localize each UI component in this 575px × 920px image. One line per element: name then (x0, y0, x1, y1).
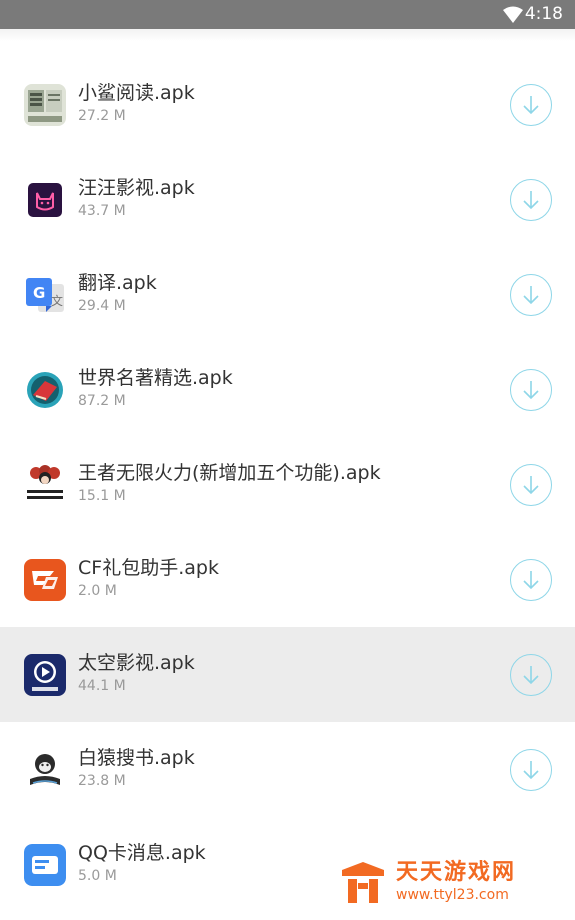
status-time: 4:18 (524, 4, 563, 24)
download-arrow-icon (523, 476, 539, 495)
download-arrow-icon (523, 571, 539, 590)
file-size: 27.2 M (78, 108, 126, 124)
download-button[interactable] (510, 274, 552, 316)
file-name: 世界名著精选.apk (78, 367, 233, 389)
file-name: 翻译.apk (78, 272, 157, 294)
file-list: 小鲨阅读.apk 27.2 M 汪汪影视.apk 43.7 M G 文 翻译.a… (0, 57, 575, 912)
file-size: 87.2 M (78, 393, 126, 409)
file-row[interactable]: G 文 翻译.apk 29.4 M (0, 247, 575, 342)
file-name: 白猿搜书.apk (78, 747, 195, 769)
svg-text:G: G (33, 284, 45, 302)
watermark-url: www.ttyl23.com (396, 887, 509, 903)
download-button[interactable] (510, 464, 552, 506)
download-arrow-icon (523, 96, 539, 115)
file-name: 太空影视.apk (78, 652, 195, 674)
file-name: QQ卡消息.apk (78, 842, 206, 864)
download-arrow-icon (523, 666, 539, 685)
file-name: CF礼包助手.apk (78, 557, 219, 579)
file-row[interactable]: 汪汪影视.apk 43.7 M (0, 152, 575, 247)
status-bar: 4:18 (0, 0, 575, 29)
qq-card-message-icon (24, 844, 66, 886)
wangzhe-meme-icon (24, 464, 66, 506)
file-size: 44.1 M (78, 678, 126, 694)
file-size: 15.1 M (78, 488, 126, 504)
file-row[interactable]: 小鲨阅读.apk 27.2 M (0, 57, 575, 152)
wifi-icon (503, 6, 523, 23)
watermark-title: 天天游戏网 (396, 860, 517, 885)
watermark: 天天游戏网 www.ttyl23.com (338, 860, 538, 908)
download-arrow-icon (523, 381, 539, 400)
wangwang-video-icon (24, 179, 66, 221)
download-button[interactable] (510, 654, 552, 696)
file-name: 小鲨阅读.apk (78, 82, 195, 104)
svg-text:文: 文 (51, 293, 63, 308)
file-row[interactable]: 世界名著精选.apk 87.2 M (0, 342, 575, 437)
white-ape-book-icon (24, 749, 66, 791)
file-size: 23.8 M (78, 773, 126, 789)
file-row[interactable]: 王者无限火力(新增加五个功能).apk 15.1 M (0, 437, 575, 532)
google-translate-icon: G 文 (24, 274, 66, 316)
site-logo-icon (342, 862, 384, 903)
download-button[interactable] (510, 369, 552, 411)
file-row[interactable]: CF礼包助手.apk 2.0 M (0, 532, 575, 627)
file-row[interactable]: 白猿搜书.apk 23.8 M (0, 722, 575, 817)
download-arrow-icon (523, 191, 539, 210)
file-name: 汪汪影视.apk (78, 177, 195, 199)
file-size: 2.0 M (78, 583, 117, 599)
world-classics-icon (24, 369, 66, 411)
file-name: 王者无限火力(新增加五个功能).apk (78, 462, 381, 484)
download-button[interactable] (510, 559, 552, 601)
download-button[interactable] (510, 179, 552, 221)
file-size: 29.4 M (78, 298, 126, 314)
file-row-selected[interactable]: 太空影视.apk 44.1 M (0, 627, 575, 722)
space-video-icon (24, 654, 66, 696)
top-divider (0, 29, 575, 41)
file-size: 43.7 M (78, 203, 126, 219)
file-size: 5.0 M (78, 868, 117, 884)
download-button[interactable] (510, 749, 552, 791)
cf-gift-helper-icon (24, 559, 66, 601)
download-arrow-icon (523, 761, 539, 780)
xiaosha-reader-icon (24, 84, 66, 126)
download-button[interactable] (510, 84, 552, 126)
download-arrow-icon (523, 286, 539, 305)
